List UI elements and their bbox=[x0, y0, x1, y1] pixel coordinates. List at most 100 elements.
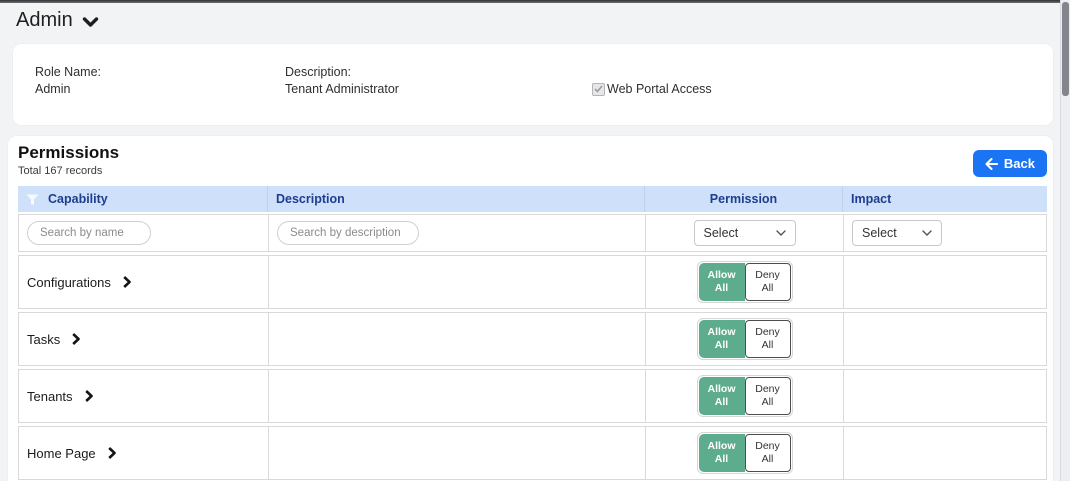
deny-all-line1: Deny bbox=[755, 440, 780, 452]
permission-cell: Allow All Deny All bbox=[646, 427, 844, 479]
capability-label: Tenants bbox=[27, 388, 73, 404]
column-header-capability-label: Capability bbox=[48, 192, 108, 206]
deny-all-line1: Deny bbox=[755, 269, 780, 281]
table-row: Tasks Allow All Deny All bbox=[18, 312, 1047, 366]
role-description-field: Description: Tenant Administrator bbox=[285, 64, 399, 98]
allow-all-line1: Allow bbox=[707, 383, 736, 395]
table-row: Configurations Allow All Deny All bbox=[18, 255, 1047, 309]
permission-select-value: Select bbox=[703, 226, 739, 240]
deny-all-line2: All bbox=[761, 453, 774, 465]
role-info-card: Role Name: Admin Description: Tenant Adm… bbox=[13, 44, 1053, 125]
description-cell bbox=[269, 313, 646, 365]
filter-funnel-icon[interactable] bbox=[26, 194, 39, 205]
allow-all-button[interactable]: Allow All bbox=[698, 320, 745, 358]
role-name-field: Role Name: Admin bbox=[35, 64, 101, 98]
deny-all-line2: All bbox=[761, 396, 774, 408]
chevron-right-icon[interactable] bbox=[72, 333, 81, 345]
deny-all-button[interactable]: Deny All bbox=[744, 377, 791, 415]
deny-all-button[interactable]: Deny All bbox=[744, 263, 791, 301]
permissions-card: Permissions Total 167 records Back Capab… bbox=[8, 136, 1053, 481]
allow-all-button[interactable]: Allow All bbox=[698, 377, 745, 415]
permission-cell: Allow All Deny All bbox=[646, 313, 844, 365]
capability-label: Configurations bbox=[27, 274, 111, 290]
permission-select-dropdown[interactable]: Select bbox=[693, 220, 796, 246]
web-portal-access-label: Web Portal Access bbox=[607, 82, 712, 96]
deny-all-line2: All bbox=[761, 339, 774, 351]
vertical-scrollbar[interactable] bbox=[1060, 0, 1070, 481]
capability-cell: Configurations bbox=[19, 256, 269, 308]
column-header-description-label: Description bbox=[276, 192, 345, 206]
back-button[interactable]: Back bbox=[972, 150, 1047, 177]
window-top-border bbox=[0, 0, 1070, 3]
impact-cell bbox=[844, 256, 1048, 308]
allow-all-line2: All bbox=[714, 339, 729, 351]
allow-all-button[interactable]: Allow All bbox=[698, 263, 745, 301]
permission-button-group: Allow All Deny All bbox=[696, 375, 793, 417]
deny-all-button[interactable]: Deny All bbox=[744, 434, 791, 472]
role-name-label: Role Name: bbox=[35, 65, 101, 79]
deny-all-line1: Deny bbox=[755, 383, 780, 395]
capability-cell: Home Page bbox=[19, 427, 269, 479]
role-description-value: Tenant Administrator bbox=[285, 82, 399, 96]
capability-expand-toggle[interactable]: Tasks bbox=[27, 331, 81, 347]
description-cell bbox=[269, 427, 646, 479]
permission-cell: Allow All Deny All bbox=[646, 256, 844, 308]
permissions-table: Capability Description Permission Impact… bbox=[18, 186, 1047, 480]
capability-label: Home Page bbox=[27, 445, 96, 461]
page-title[interactable]: Admin bbox=[16, 9, 99, 32]
table-header-row: Capability Description Permission Impact bbox=[18, 186, 1047, 212]
permission-button-group: Allow All Deny All bbox=[696, 261, 793, 303]
role-name-value: Admin bbox=[35, 82, 71, 96]
allow-all-button[interactable]: Allow All bbox=[698, 434, 745, 472]
allow-all-line1: Allow bbox=[707, 269, 736, 281]
capability-expand-toggle[interactable]: Configurations bbox=[27, 275, 131, 290]
permission-button-group: Allow All Deny All bbox=[696, 432, 793, 474]
capability-expand-toggle[interactable]: Tenants bbox=[27, 389, 93, 404]
capability-expand-toggle[interactable]: Home Page bbox=[27, 446, 116, 461]
role-description-label: Description: bbox=[285, 65, 351, 79]
column-header-description[interactable]: Description bbox=[268, 186, 645, 212]
allow-all-line1: Allow bbox=[707, 440, 736, 452]
filter-cell-capability bbox=[19, 215, 269, 251]
impact-select-dropdown[interactable]: Select bbox=[852, 220, 942, 246]
impact-cell bbox=[844, 427, 1048, 479]
column-header-capability[interactable]: Capability bbox=[18, 186, 268, 212]
web-portal-access-field: Web Portal Access bbox=[592, 82, 712, 96]
allow-all-line2: All bbox=[714, 396, 729, 408]
deny-all-line1: Deny bbox=[755, 326, 780, 338]
chevron-down-icon[interactable] bbox=[82, 17, 99, 28]
chevron-down-icon bbox=[922, 230, 932, 236]
capability-label: Tasks bbox=[27, 331, 61, 347]
allow-all-line2: All bbox=[714, 282, 729, 294]
column-header-impact-label: Impact bbox=[851, 192, 892, 206]
chevron-right-icon[interactable] bbox=[107, 447, 116, 459]
back-button-label: Back bbox=[1003, 156, 1035, 171]
allow-all-line1: Allow bbox=[707, 326, 736, 338]
table-filter-row: Select Select bbox=[18, 214, 1047, 252]
column-header-permission-label: Permission bbox=[709, 192, 778, 206]
total-records-text: Total 167 records bbox=[18, 165, 103, 177]
permission-cell: Allow All Deny All bbox=[646, 370, 844, 422]
page-title-text: Admin bbox=[16, 9, 73, 31]
web-portal-access-checkbox[interactable] bbox=[592, 82, 605, 96]
permission-button-group: Allow All Deny All bbox=[696, 318, 793, 360]
chevron-right-icon[interactable] bbox=[123, 276, 131, 288]
search-by-description-input[interactable] bbox=[277, 221, 419, 245]
filter-cell-description bbox=[269, 215, 646, 251]
table-row: Home Page Allow All Deny All bbox=[18, 426, 1047, 480]
table-row: Tenants Allow All Deny All bbox=[18, 369, 1047, 423]
impact-cell bbox=[844, 370, 1048, 422]
scrollbar-thumb[interactable] bbox=[1062, 2, 1069, 96]
column-header-permission[interactable]: Permission bbox=[645, 186, 843, 212]
chevron-right-icon[interactable] bbox=[84, 390, 93, 402]
search-by-name-input[interactable] bbox=[27, 221, 151, 245]
arrow-left-icon bbox=[985, 157, 998, 170]
deny-all-button[interactable]: Deny All bbox=[744, 320, 791, 358]
impact-select-value: Select bbox=[862, 226, 897, 240]
description-cell bbox=[269, 370, 646, 422]
permissions-title: Permissions bbox=[18, 143, 120, 162]
description-cell bbox=[269, 256, 646, 308]
column-header-impact[interactable]: Impact bbox=[843, 186, 1047, 212]
capability-cell: Tasks bbox=[19, 313, 269, 365]
deny-all-line2: All bbox=[761, 282, 774, 294]
